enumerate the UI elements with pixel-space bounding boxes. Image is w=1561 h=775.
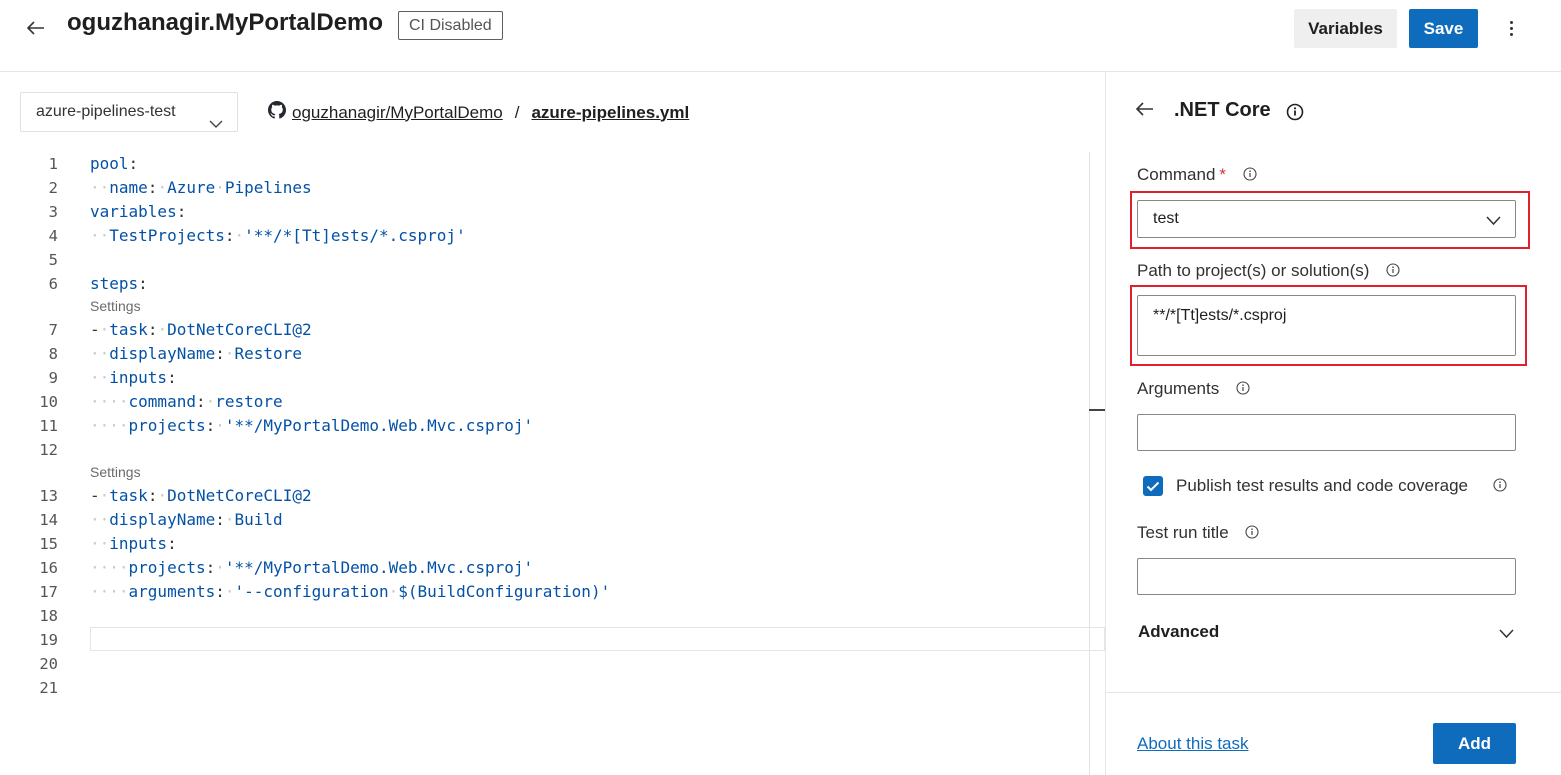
task-title: .NET Core [1174,99,1271,121]
code-line: 9 ··inputs: [48,368,177,387]
branch-name: azure-pipelines-test [36,103,176,120]
back-arrow-icon[interactable] [22,14,50,42]
yaml-editor[interactable]: 1 pool: 2 ··name:·Azure·Pipelines 3 vari… [0,150,1105,775]
code-line: 21 [39,679,58,697]
code-line: 4 ··TestProjects:·'**/*[Tt]ests/*.csproj… [48,226,466,245]
code-line: 17 ····arguments:·'--configuration·$(Bui… [39,582,611,601]
info-icon[interactable] [1236,380,1250,400]
publish-results-checkbox[interactable] [1143,476,1163,496]
code-line: 14 ··displayName:·Build [39,510,283,529]
branch-dropdown[interactable]: azure-pipelines-test [20,92,238,132]
code-line: 18 [39,607,58,625]
code-line: 11 ····projects:·'**/MyPortalDemo.Web.Mv… [39,416,534,435]
panel-divider [1106,692,1561,693]
code-line: 7 -·task:·DotNetCoreCLI@2 [48,320,312,339]
task-settings-link[interactable]: Settings [90,462,141,482]
command-value: test [1153,210,1179,227]
editor-scrollbar-marker [1089,409,1105,411]
task-settings-link[interactable]: Settings [90,296,141,316]
test-run-title-input[interactable] [1137,558,1516,595]
more-vertical-icon[interactable] [1498,14,1524,42]
code-line: 3 variables: [48,202,187,221]
info-icon[interactable] [1286,103,1304,126]
publish-results-label: Publish test results and code coverage [1176,476,1507,497]
chevron-down-icon[interactable] [1499,626,1514,644]
test-run-title-label: Test run title [1137,523,1259,544]
info-icon[interactable] [1386,262,1400,282]
code-line: 16 ····projects:·'**/MyPortalDemo.Web.Mv… [39,558,534,577]
code-line: 19 [39,631,58,649]
path-input[interactable]: **/*[Tt]ests/*.csproj [1137,295,1516,356]
chevron-down-icon [1486,213,1501,231]
command-dropdown[interactable]: test [1137,200,1516,238]
info-icon[interactable] [1243,166,1257,186]
task-assistant-panel: .NET Core Command * test Path to project(… [1105,72,1561,775]
path-value: **/*[Tt]ests/*.csproj [1153,307,1287,324]
breadcrumb: oguzhanagir/MyPortalDemo / azure-pipelin… [268,101,689,124]
github-icon [268,101,286,124]
code-line: 8 ··displayName:·Restore [48,344,302,363]
file-link[interactable]: azure-pipelines.yml [531,103,689,123]
code-line: 10 ····command:·restore [39,392,283,411]
arguments-input[interactable] [1137,414,1516,451]
code-line: 20 [39,655,58,673]
breadcrumb-separator: / [514,102,520,122]
checkmark-icon [1146,481,1160,491]
about-task-link[interactable]: About this task [1137,734,1249,754]
code-line: 12 [39,441,58,459]
ci-status-badge: CI Disabled [398,11,503,40]
code-line: 5 [48,251,58,269]
command-label: Command * [1137,165,1257,186]
code-line: 13 -·task:·DotNetCoreCLI@2 [39,486,312,505]
advanced-section-header[interactable]: Advanced [1138,622,1219,642]
code-line: 15 ··inputs: [39,534,177,553]
code-line: 6 steps: [48,274,148,293]
save-button[interactable]: Save [1409,9,1478,48]
required-indicator: * [1219,165,1227,184]
back-arrow-icon[interactable] [1135,102,1154,121]
path-label: Path to project(s) or solution(s) [1137,261,1400,282]
pipeline-title: oguzhanagir.MyPortalDemo [67,9,384,36]
code-line: 2 ··name:·Azure·Pipelines [48,178,312,197]
chevron-down-icon [209,106,223,144]
arguments-label: Arguments [1137,379,1250,400]
info-icon[interactable] [1493,477,1507,497]
repo-link[interactable]: oguzhanagir/MyPortalDemo [292,103,503,123]
page-header: oguzhanagir.MyPortalDemo CI Disabled Var… [0,0,1561,72]
editor-scrollbar-track[interactable] [1089,152,1090,775]
add-button[interactable]: Add [1433,723,1516,764]
variables-button[interactable]: Variables [1294,9,1397,48]
code-line: 1 pool: [48,154,139,173]
info-icon[interactable] [1245,524,1259,544]
